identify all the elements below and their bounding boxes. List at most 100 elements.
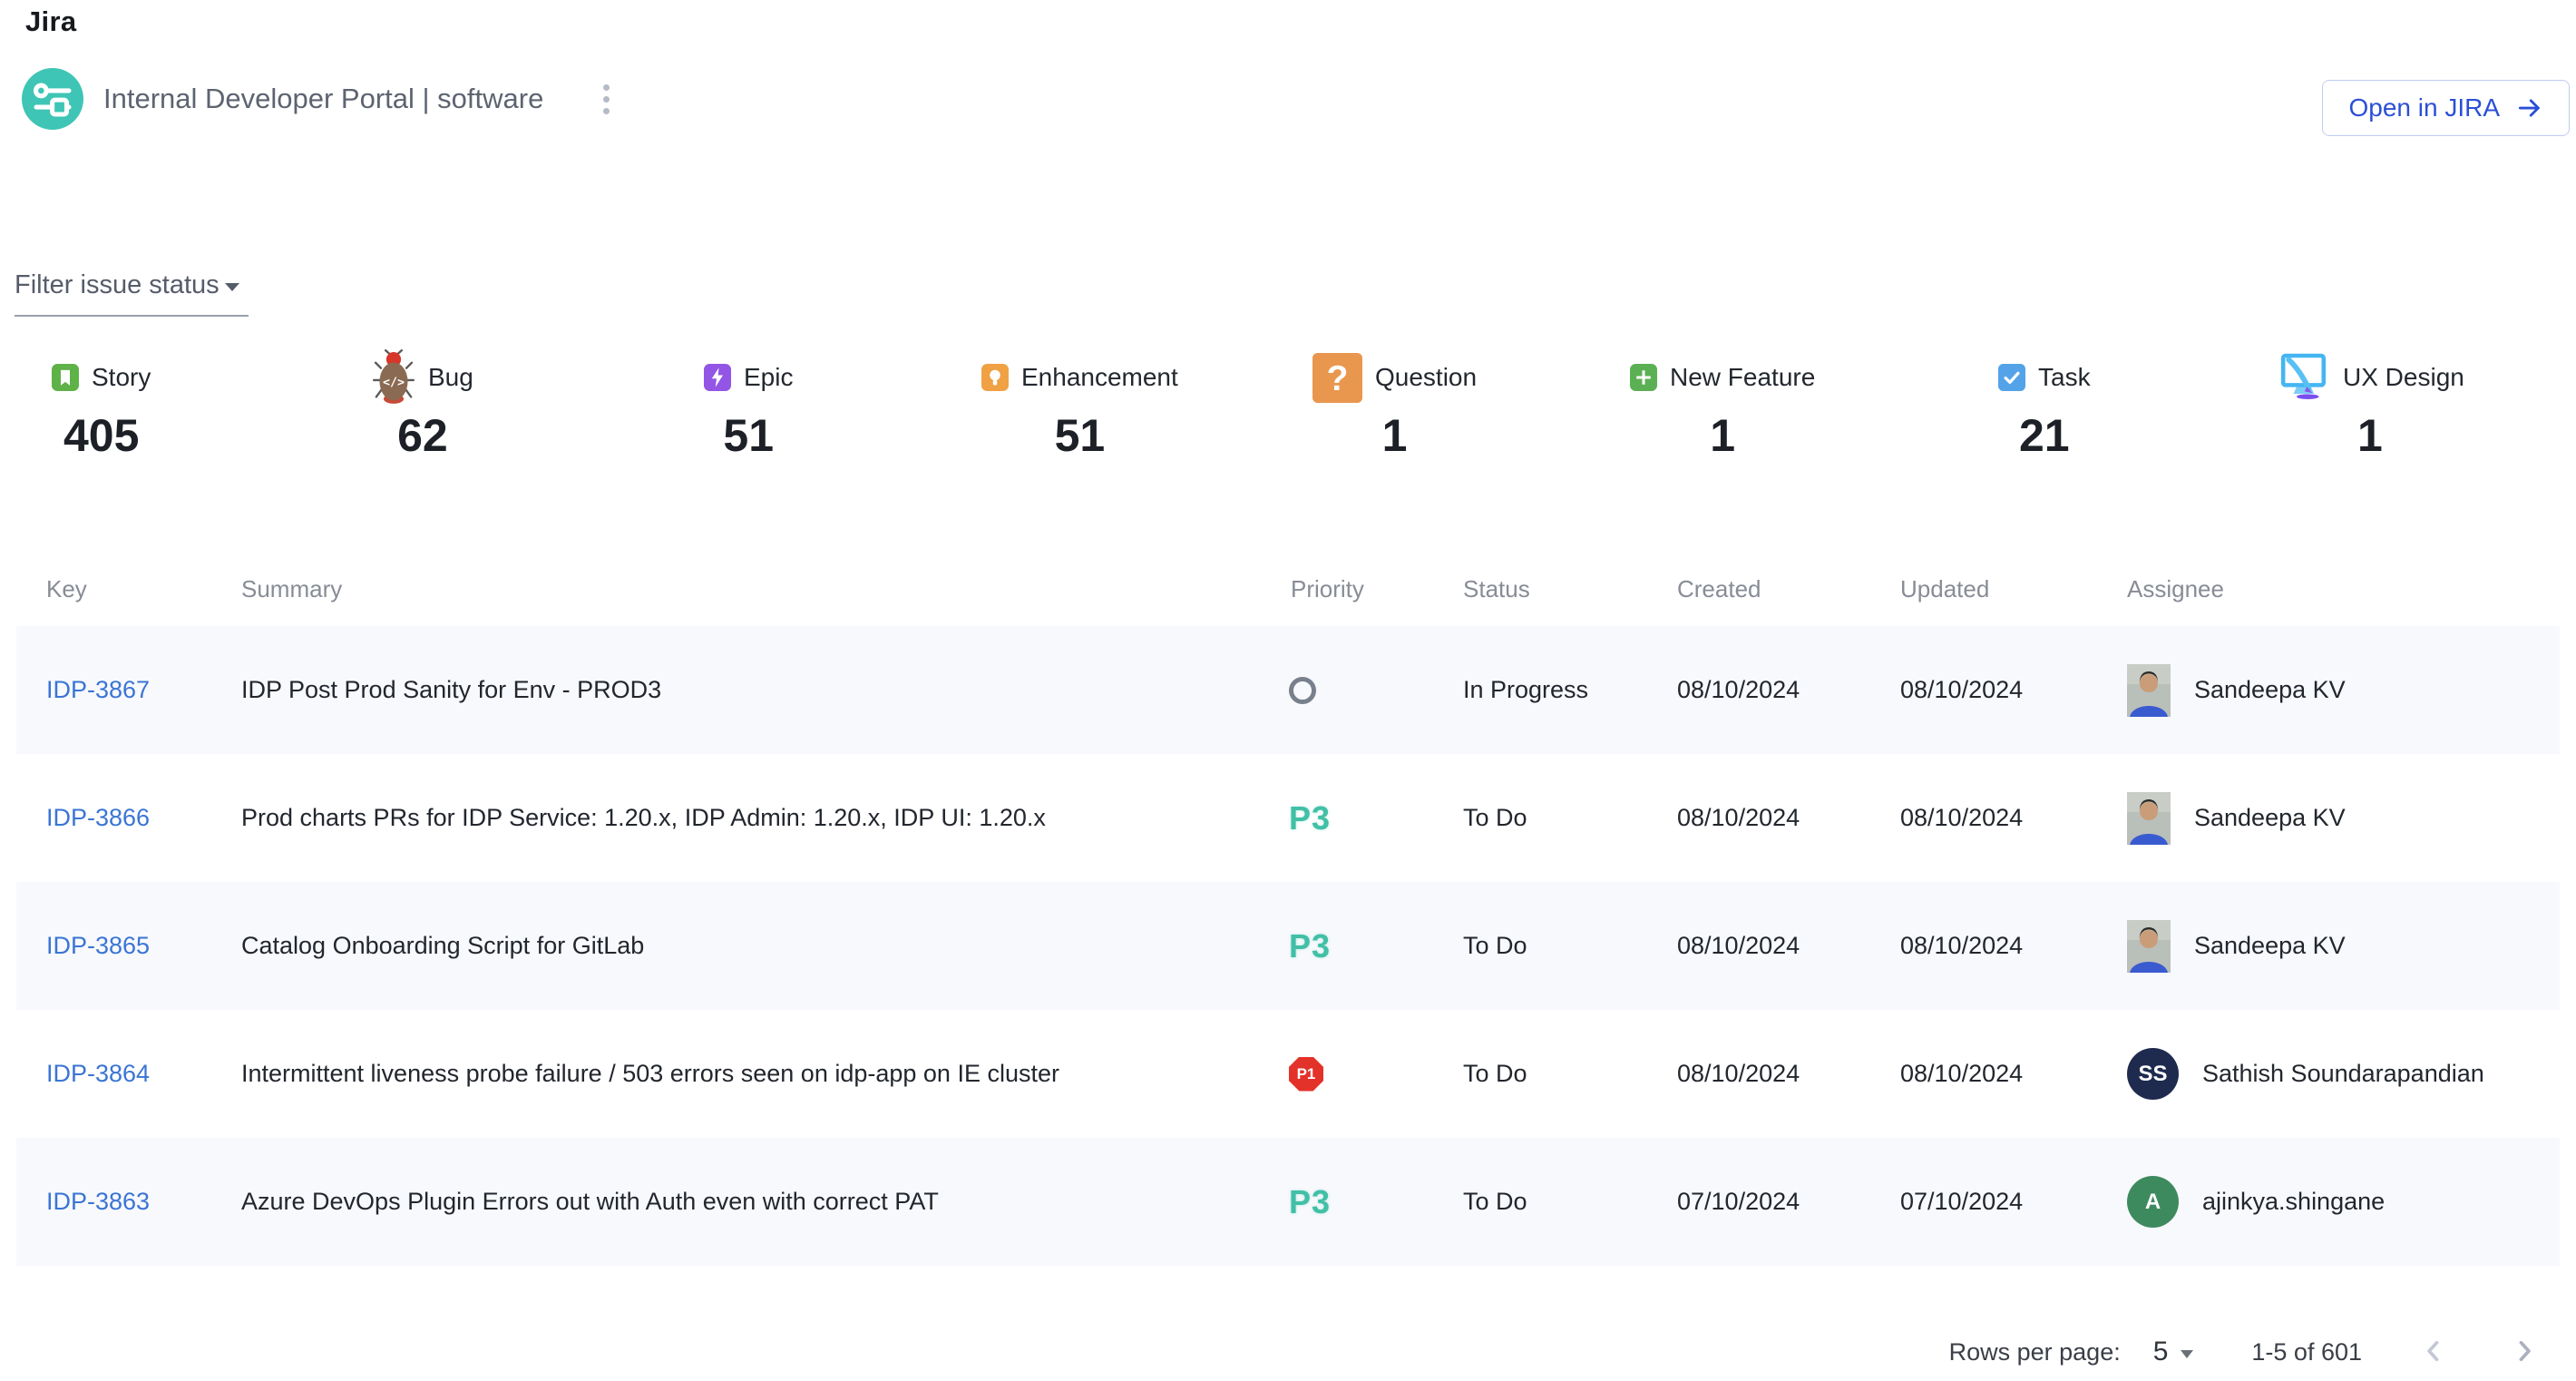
assignee-name: Sandeepa KV bbox=[2194, 804, 2346, 832]
priority-cell: P3 bbox=[1282, 927, 1463, 965]
priority-p3-icon: P3 bbox=[1289, 799, 1331, 837]
caret-down-icon bbox=[2181, 1350, 2193, 1358]
arrow-right-icon bbox=[2516, 94, 2543, 122]
assignee-name: Sandeepa KV bbox=[2194, 676, 2346, 704]
priority-p3-icon: P3 bbox=[1289, 927, 1331, 965]
table-body: IDP-3867 IDP Post Prod Sanity for Env - … bbox=[16, 626, 2560, 1266]
rows-per-page-label: Rows per page: bbox=[1949, 1338, 2121, 1366]
page-title: Jira bbox=[25, 5, 76, 38]
issue-type-label: New Feature bbox=[1670, 363, 1815, 392]
priority-cell: P3 bbox=[1282, 799, 1463, 837]
rows-per-page-value: 5 bbox=[2153, 1337, 2169, 1367]
priority-none-icon bbox=[1289, 677, 1316, 704]
column-header-key: Key bbox=[16, 575, 241, 603]
jira-plugin-logo-icon bbox=[22, 68, 83, 130]
issue-type-label: Epic bbox=[744, 363, 793, 392]
issue-key-link[interactable]: IDP-3867 bbox=[46, 676, 150, 703]
task-icon bbox=[1998, 364, 2025, 391]
new-feature-icon bbox=[1630, 364, 1657, 391]
issue-key-link[interactable]: IDP-3864 bbox=[46, 1060, 150, 1087]
kebab-menu-icon[interactable] bbox=[594, 75, 619, 123]
issue-summary: Intermittent liveness probe failure / 50… bbox=[241, 1060, 1282, 1088]
issue-type-label: Bug bbox=[428, 363, 473, 392]
bug-icon: </> bbox=[372, 349, 415, 406]
assignee-photo-avatar bbox=[2127, 792, 2171, 845]
assignee-name: Sathish Soundarapandian bbox=[2202, 1060, 2484, 1088]
issue-type-count: 51 bbox=[1055, 413, 1106, 458]
issue-summary: Prod charts PRs for IDP Service: 1.20.x,… bbox=[241, 804, 1282, 832]
priority-cell bbox=[1282, 677, 1463, 704]
issue-type-count: 1 bbox=[1382, 413, 1408, 458]
issue-type-label: Enhancement bbox=[1021, 363, 1178, 392]
filter-issue-status-select[interactable]: Filter issue status bbox=[15, 270, 249, 317]
issue-created-date: 08/10/2024 bbox=[1677, 676, 1900, 704]
priority-p1-icon: P1 bbox=[1289, 1057, 1323, 1092]
issue-created-date: 08/10/2024 bbox=[1677, 804, 1900, 832]
issue-status: To Do bbox=[1463, 932, 1677, 960]
table-row: IDP-3864 Intermittent liveness probe fai… bbox=[16, 1010, 2560, 1138]
open-in-jira-button[interactable]: Open in JIRA bbox=[2322, 80, 2570, 136]
pagination: Rows per page: 5 1-5 of 601 bbox=[1949, 1327, 2543, 1377]
assignee-name: Sandeepa KV bbox=[2194, 932, 2346, 960]
issue-type-count: 1 bbox=[2357, 413, 2383, 458]
assignee-name: ajinkya.shingane bbox=[2202, 1188, 2385, 1216]
previous-page-button[interactable] bbox=[2415, 1333, 2453, 1371]
table-row: IDP-3865 Catalog Onboarding Script for G… bbox=[16, 882, 2560, 1010]
issue-key-link[interactable]: IDP-3865 bbox=[46, 932, 150, 959]
rows-per-page-select[interactable]: 5 bbox=[2153, 1337, 2194, 1367]
chevron-right-icon bbox=[2509, 1336, 2540, 1369]
issue-status: In Progress bbox=[1463, 676, 1677, 704]
table-row: IDP-3867 IDP Post Prod Sanity for Env - … bbox=[16, 626, 2560, 754]
issue-type-counter: Task 21 bbox=[1998, 349, 2091, 458]
issue-status: To Do bbox=[1463, 1060, 1677, 1088]
issue-type-count: 1 bbox=[1710, 413, 1735, 458]
issue-type-label: Task bbox=[2038, 363, 2091, 392]
priority-p3-icon: P3 bbox=[1289, 1183, 1331, 1221]
assignee-cell: A ajinkya.shingane bbox=[2127, 1176, 2560, 1228]
issue-type-count: 405 bbox=[63, 413, 139, 458]
issue-type-counter: Enhancement 51 bbox=[981, 349, 1178, 458]
issue-created-date: 08/10/2024 bbox=[1677, 1060, 1900, 1088]
issues-table: KeySummaryPriorityStatusCreatedUpdatedAs… bbox=[16, 552, 2560, 1266]
issue-updated-date: 08/10/2024 bbox=[1900, 932, 2127, 960]
issue-counters: Story 405 </> Bug 62 Epic 51 Enhancement… bbox=[0, 349, 2576, 495]
assignee-cell: Sandeepa KV bbox=[2127, 792, 2560, 845]
issue-type-count: 62 bbox=[397, 413, 448, 458]
entity-name: Internal Developer Portal | software bbox=[103, 83, 543, 115]
entity-header: Internal Developer Portal | software bbox=[22, 65, 619, 132]
issue-updated-date: 08/10/2024 bbox=[1900, 1060, 2127, 1088]
issue-key-link[interactable]: IDP-3863 bbox=[46, 1188, 150, 1215]
issue-updated-date: 08/10/2024 bbox=[1900, 676, 2127, 704]
issue-type-counter: UX Design 1 bbox=[2276, 349, 2464, 458]
assignee-cell: SS Sathish Soundarapandian bbox=[2127, 1048, 2560, 1100]
column-header-assignee: Assignee bbox=[2127, 575, 2560, 603]
issue-type-label: Story bbox=[92, 363, 151, 392]
issue-type-label: UX Design bbox=[2343, 363, 2464, 392]
next-page-button[interactable] bbox=[2505, 1333, 2543, 1371]
issue-type-count: 21 bbox=[2019, 413, 2070, 458]
issue-key-link[interactable]: IDP-3866 bbox=[46, 804, 150, 831]
issue-updated-date: 07/10/2024 bbox=[1900, 1188, 2127, 1216]
issue-type-counter: Story 405 bbox=[52, 349, 151, 458]
issue-status: To Do bbox=[1463, 804, 1677, 832]
enhancement-icon bbox=[981, 364, 1009, 391]
issue-type-count: 51 bbox=[723, 413, 774, 458]
column-header-status: Status bbox=[1463, 575, 1677, 603]
column-header-priority: Priority bbox=[1282, 575, 1463, 603]
chevron-left-icon bbox=[2418, 1336, 2449, 1369]
jira-card: Jira Internal Developer Portal | softwar… bbox=[0, 0, 2576, 1381]
column-header-created: Created bbox=[1677, 575, 1900, 603]
issue-type-counter: Epic 51 bbox=[704, 349, 793, 458]
priority-cell: P3 bbox=[1282, 1183, 1463, 1221]
assignee-photo-avatar bbox=[2127, 920, 2171, 973]
svg-text:</>: </> bbox=[383, 377, 405, 390]
svg-text:?: ? bbox=[1327, 359, 1349, 398]
open-in-jira-label: Open in JIRA bbox=[2348, 93, 2500, 122]
priority-cell: P1 bbox=[1282, 1057, 1463, 1092]
assignee-cell: Sandeepa KV bbox=[2127, 920, 2560, 973]
issue-type-counter: </> Bug 62 bbox=[372, 349, 473, 458]
issue-summary: Azure DevOps Plugin Errors out with Auth… bbox=[241, 1188, 1282, 1216]
issue-summary: IDP Post Prod Sanity for Env - PROD3 bbox=[241, 676, 1282, 704]
issue-type-label: Question bbox=[1375, 363, 1477, 392]
epic-icon bbox=[704, 364, 731, 391]
